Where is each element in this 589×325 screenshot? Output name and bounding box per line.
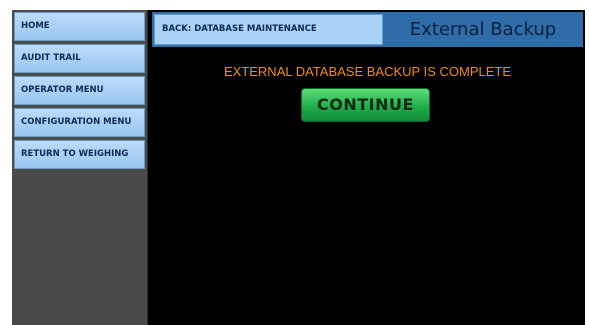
header-bar: BACK: DATABASE MAINTENANCE External Back… [152,12,583,47]
app-window: HOME AUDIT TRAIL OPERATOR MENU CONFIGURA… [12,10,585,325]
sidebar-item-home[interactable]: HOME [14,12,145,41]
back-button[interactable]: BACK: DATABASE MAINTENANCE [154,14,383,45]
continue-button[interactable]: CONTINUE [301,88,430,122]
sidebar: HOME AUDIT TRAIL OPERATOR MENU CONFIGURA… [12,10,148,325]
sidebar-item-operator-menu[interactable]: OPERATOR MENU [14,76,145,105]
status-message: EXTERNAL DATABASE BACKUP IS COMPLETE [223,64,512,79]
sidebar-item-audit-trail[interactable]: AUDIT TRAIL [14,44,145,73]
sidebar-item-configuration-menu[interactable]: CONFIGURATION MENU [14,108,145,137]
page-title: External Backup [409,19,557,40]
sidebar-item-return-to-weighing[interactable]: RETURN TO WEIGHING [14,140,145,169]
